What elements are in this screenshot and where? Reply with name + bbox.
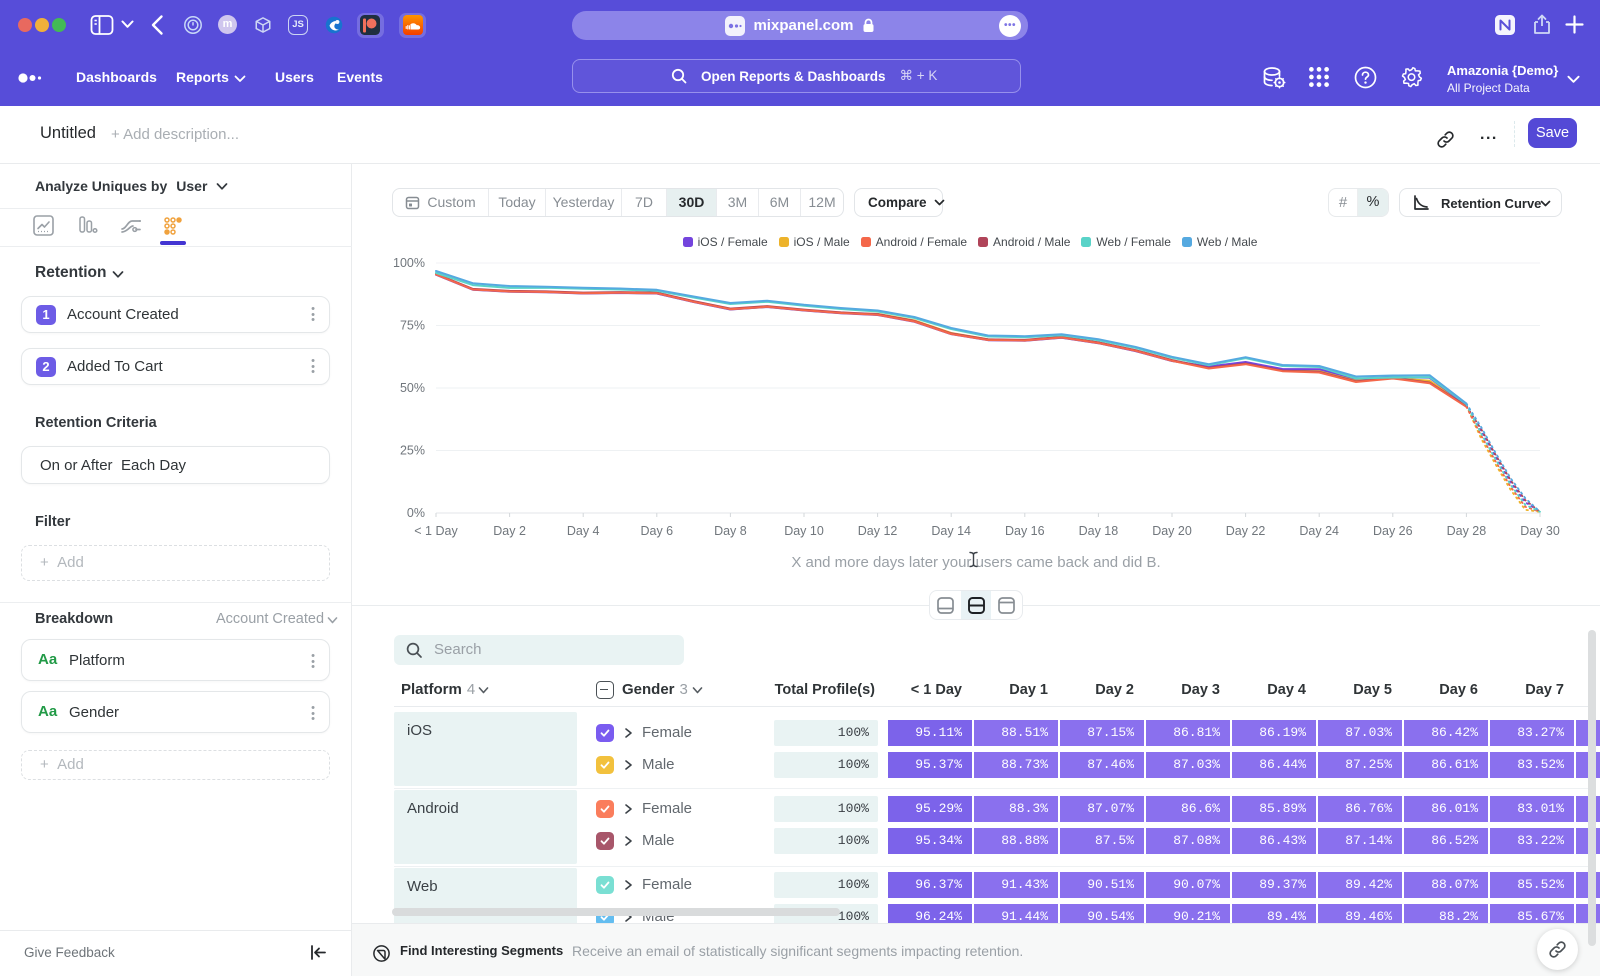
svg-text:Day 20: Day 20 — [1152, 524, 1192, 538]
svg-text:50%: 50% — [400, 381, 425, 395]
svg-text:Day 4: Day 4 — [567, 524, 600, 538]
svg-text:Day 22: Day 22 — [1226, 524, 1266, 538]
svg-text:Day 30: Day 30 — [1520, 524, 1560, 538]
svg-text:Day 16: Day 16 — [1005, 524, 1045, 538]
svg-text:Day 12: Day 12 — [858, 524, 898, 538]
svg-text:Day 24: Day 24 — [1299, 524, 1339, 538]
svg-text:0%: 0% — [407, 506, 425, 520]
svg-text:< 1 Day: < 1 Day — [414, 524, 458, 538]
svg-text:Day 14: Day 14 — [931, 524, 971, 538]
svg-text:25%: 25% — [400, 444, 425, 458]
svg-text:Day 8: Day 8 — [714, 524, 747, 538]
svg-text:Day 10: Day 10 — [784, 524, 824, 538]
svg-text:75%: 75% — [400, 319, 425, 333]
svg-text:Day 6: Day 6 — [640, 524, 673, 538]
svg-text:Day 28: Day 28 — [1447, 524, 1487, 538]
svg-text:Day 26: Day 26 — [1373, 524, 1413, 538]
svg-text:Day 18: Day 18 — [1079, 524, 1119, 538]
svg-text:100%: 100% — [393, 256, 425, 270]
svg-text:Day 2: Day 2 — [493, 524, 526, 538]
